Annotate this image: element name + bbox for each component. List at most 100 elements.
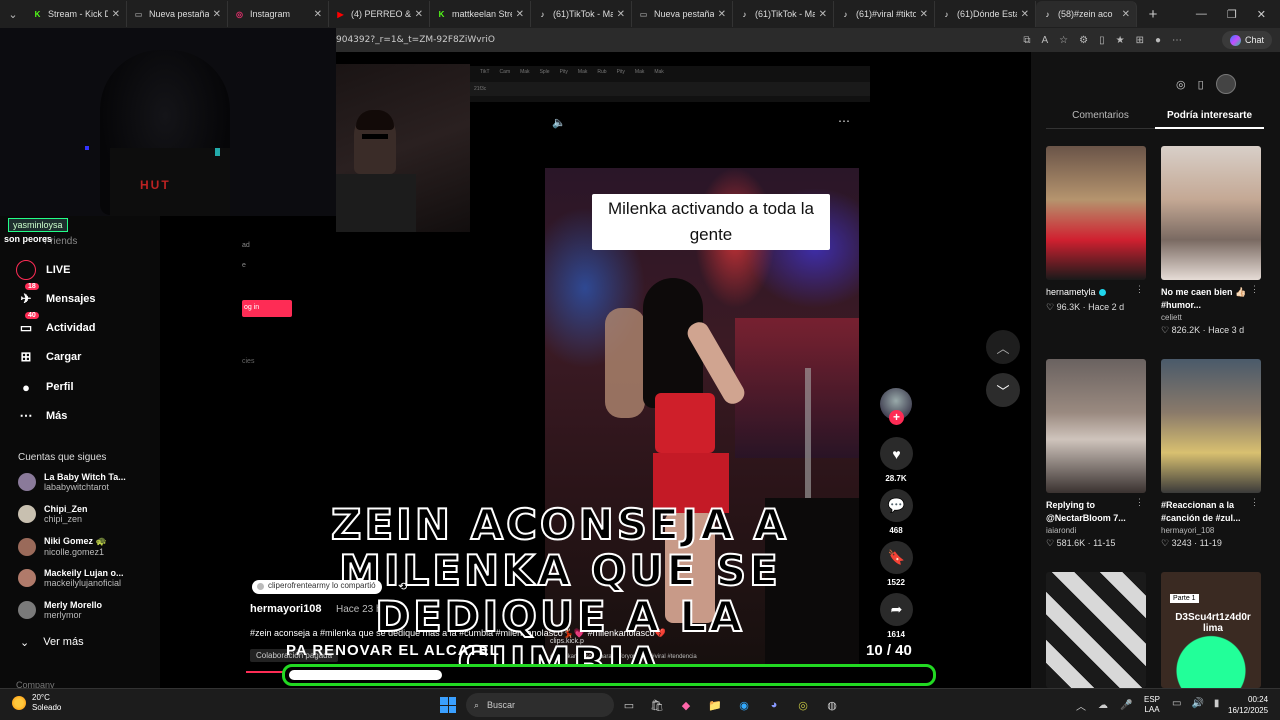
restore-icon[interactable]: ❐ (1227, 8, 1237, 21)
cloud-icon[interactable]: ☁ (1098, 700, 1108, 711)
recommended-video-card[interactable]: Replying to @NectarBloom 7... iaiarondi … (1046, 359, 1146, 549)
volume-icon[interactable]: 🔈 (552, 116, 566, 129)
sidebar-item-mensajes[interactable]: ✈ 18 Mensajes (16, 283, 96, 309)
close-tab-icon[interactable]: ✕ (1122, 9, 1130, 20)
browser-tab[interactable]: ▶ (4) PERREO & REG ✕ (329, 1, 430, 27)
file-explorer-icon[interactable]: 📁 (706, 696, 724, 714)
device-icon[interactable]: ▯ (1198, 78, 1204, 91)
following-account[interactable]: La Baby Witch Ta... lababywitchtarot (18, 472, 126, 492)
recommended-video-card[interactable] (1046, 572, 1146, 688)
close-window-icon[interactable]: ✕ (1257, 8, 1266, 21)
see-more-button[interactable]: ⌄ Ver más (20, 636, 84, 649)
favorites-icon[interactable]: ★ (1116, 35, 1125, 46)
browser-tab[interactable]: ♪ (61)TikTok - Make ✕ (531, 1, 632, 27)
user-avatar[interactable] (1215, 74, 1236, 94)
video-author[interactable]: hermayori108 (250, 603, 322, 615)
copilot-app-icon[interactable]: ◆ (677, 696, 695, 714)
taskbar-search[interactable]: ⌕ Buscar (466, 693, 614, 717)
sidebar-item-actividad[interactable]: ▭ 40 Actividad (16, 312, 96, 338)
card-menu-icon[interactable]: ⋮ (1135, 284, 1144, 295)
browser-tab[interactable]: ▭ Nueva pestaña ✕ (632, 1, 733, 27)
close-tab-icon[interactable]: ✕ (819, 9, 827, 20)
card-menu-icon[interactable]: ⋮ (1135, 497, 1144, 508)
share-button[interactable]: ➦ (880, 593, 913, 626)
browser-tab[interactable]: ♪ (58)#zein aco ✕ (1036, 1, 1137, 27)
translate-icon[interactable]: A (1041, 35, 1048, 46)
sidebar-item-live[interactable]: LIVE (16, 260, 70, 280)
open-in-app-icon[interactable]: ⧉ (1023, 35, 1030, 46)
edge-browser-icon[interactable]: ◉ (735, 696, 753, 714)
new-tab-button[interactable]: + (1141, 6, 1165, 23)
next-video-button[interactable]: ﹀ (986, 373, 1020, 407)
video-thumbnail[interactable] (1161, 359, 1261, 493)
show-hidden-icons-icon[interactable]: ︿ (1076, 698, 1086, 713)
browser-tab[interactable]: ♪ (61)TikTok - Make ✕ (733, 1, 834, 27)
close-tab-icon[interactable]: ✕ (718, 9, 726, 20)
sidebar-item-ms[interactable]: ⋯ Más (16, 406, 68, 426)
video-thumbnail[interactable] (1046, 146, 1146, 280)
tab-search-chevron-icon[interactable]: ⌄ (0, 0, 26, 28)
browser-tab[interactable]: ♪ (61)Dónde Están l ✕ (935, 1, 1036, 27)
following-account[interactable]: Mackeily Lujan o... mackeilylujanoficial (18, 568, 124, 588)
copilot-chat-button[interactable]: Chat (1221, 31, 1272, 49)
store-icon[interactable]: 🛍 (648, 696, 666, 714)
browser-tab[interactable]: Kmattkeelan Stream ✕ (430, 1, 531, 27)
app-icon[interactable]: ◎ (794, 696, 812, 714)
close-tab-icon[interactable]: ✕ (415, 9, 423, 20)
card-menu-icon[interactable]: ⋮ (1250, 284, 1259, 295)
like-button[interactable]: ♥ (880, 437, 913, 470)
login-button[interactable]: og in (242, 300, 292, 317)
browser-tab[interactable]: ◎ Instagram ✕ (228, 1, 329, 27)
follow-plus-icon[interactable]: + (889, 410, 904, 425)
collections-icon[interactable]: ⊞ (1136, 35, 1144, 46)
video-thumbnail[interactable] (1161, 146, 1261, 280)
following-account[interactable]: Merly Morello merlymor (18, 600, 102, 620)
comment-button[interactable]: 💬 (880, 489, 913, 522)
favorite-star-icon[interactable]: ☆ (1059, 35, 1068, 46)
following-account[interactable]: Niki Gomez 🐢 nicolle.gomez1 (18, 536, 107, 557)
discord-icon[interactable]: ◕ (765, 696, 783, 714)
minimize-icon[interactable]: — (1196, 8, 1207, 21)
close-tab-icon[interactable]: ✕ (112, 9, 120, 20)
obs-icon[interactable]: ◍ (823, 696, 841, 714)
browser-tab[interactable]: K Stream - Kick Das ✕ (26, 1, 127, 27)
previous-video-button[interactable]: ︿ (986, 330, 1020, 364)
browser-tab[interactable]: ▭ Nueva pestaña ✕ (127, 1, 228, 27)
split-screen-icon[interactable]: ▯ (1099, 35, 1105, 46)
video-more-icon[interactable]: ⋯ (838, 114, 851, 128)
video-thumbnail[interactable] (1046, 359, 1146, 493)
tab-recommended[interactable]: Podría interesarte (1155, 110, 1264, 129)
extensions-icon[interactable]: ⚙ (1079, 35, 1088, 46)
clock[interactable]: 00:24 16/12/2025 (1228, 694, 1268, 716)
recommended-video-card[interactable]: #Reaccionan a la #canción de #zul... her… (1161, 359, 1261, 549)
url-text[interactable]: 904392?_r=1&_t=ZM-92F8ZiWvriO (336, 35, 495, 45)
monitor-icon[interactable]: ▭ (1172, 698, 1181, 709)
volume-tray-icon[interactable]: 🔊 (1191, 698, 1203, 709)
repost-icon[interactable]: ⟲ (398, 580, 407, 593)
close-tab-icon[interactable]: ✕ (1021, 9, 1029, 20)
profile-icon[interactable]: ● (1155, 35, 1161, 46)
save-button[interactable]: 🔖 (880, 541, 913, 574)
sidebar-item-cargar[interactable]: ⊞ Cargar (16, 347, 82, 367)
close-tab-icon[interactable]: ✕ (213, 9, 221, 20)
language-indicator[interactable]: ESP LAA (1144, 695, 1160, 715)
close-tab-icon[interactable]: ✕ (516, 9, 524, 20)
browser-tab[interactable]: ♪ (61)#viral #tiktok ✕ (834, 1, 935, 27)
microphone-icon[interactable]: 🎤 (1120, 700, 1132, 711)
repost-chip[interactable]: cliperofrentearmy lo compartió (252, 580, 382, 594)
recommended-video-card[interactable]: No me caen bien 👍🏻 #humor... celiett ♡ 8… (1161, 146, 1261, 336)
close-tab-icon[interactable]: ✕ (314, 9, 322, 20)
close-tab-icon[interactable]: ✕ (920, 9, 928, 20)
video-thumbnail[interactable] (1046, 572, 1146, 688)
tab-comments[interactable]: Comentarios (1046, 110, 1155, 129)
windows-start-icon[interactable] (440, 697, 456, 713)
settings-more-icon[interactable]: ⋯ (1172, 35, 1182, 46)
card-menu-icon[interactable]: ⋮ (1250, 497, 1259, 508)
sidebar-item-perfil[interactable]: ● Perfil (16, 377, 73, 397)
task-view-icon[interactable]: ▭ (620, 696, 638, 714)
recommended-video-card[interactable]: hernametyla ♡ 96.3K · Hace 2 d ⋮ (1046, 146, 1146, 313)
following-account[interactable]: Chipi_Zen chipi_zen (18, 504, 88, 524)
weather-widget[interactable]: 20°C Soleado (12, 693, 61, 713)
compass-icon[interactable]: ◎ (1176, 78, 1186, 91)
close-tab-icon[interactable]: ✕ (617, 9, 625, 20)
